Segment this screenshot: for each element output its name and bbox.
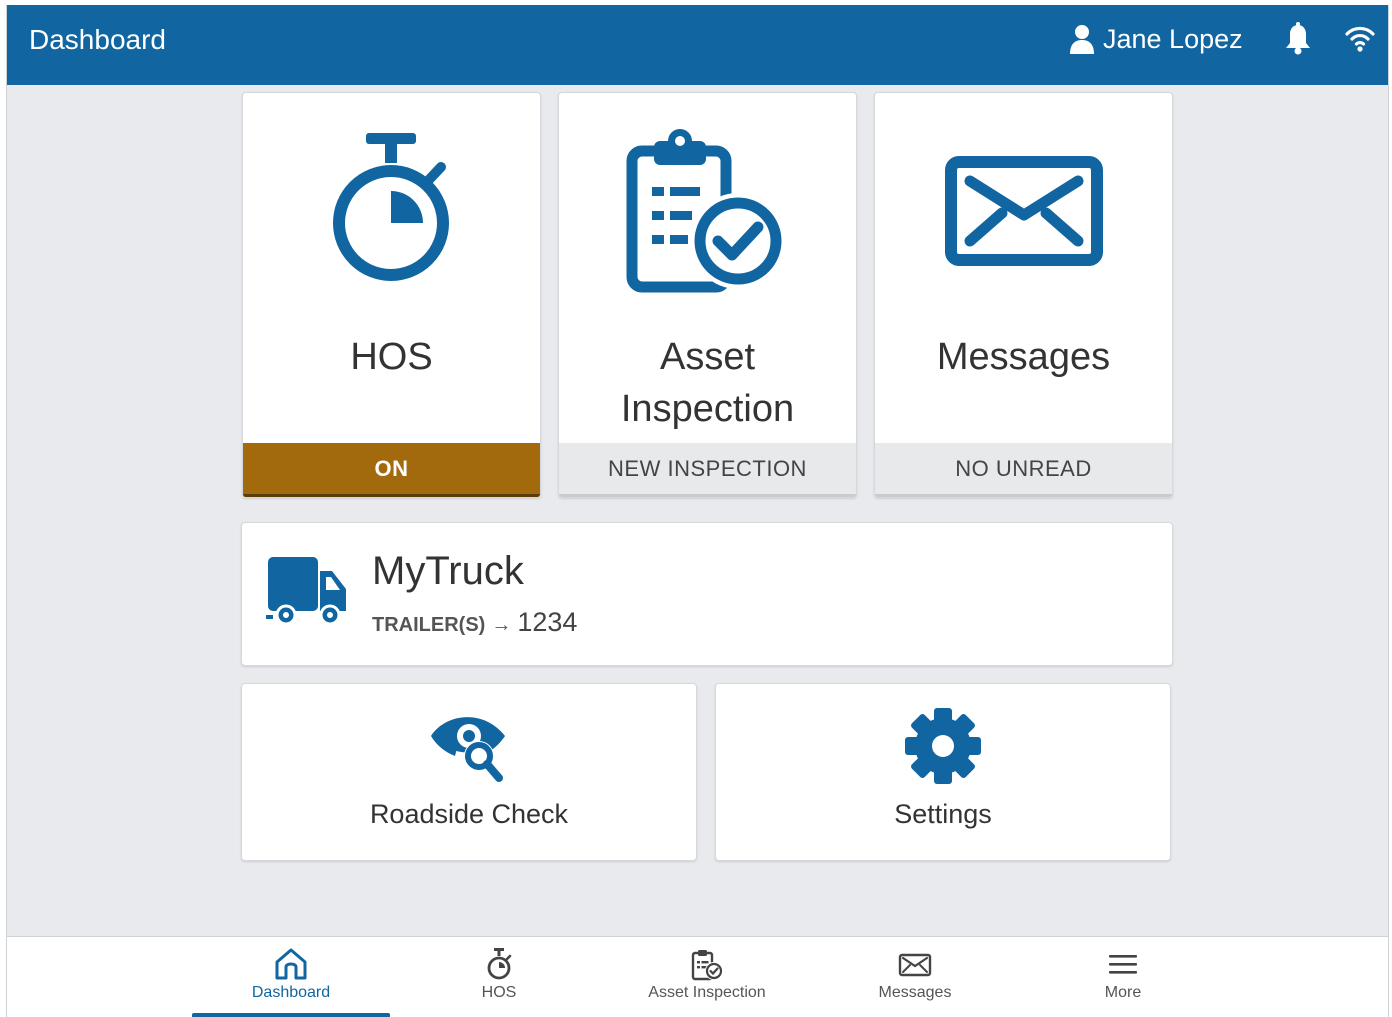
settings-tile[interactable]: Settings [715, 683, 1171, 861]
trailer-info: TRAILER(S) → 1234 [372, 607, 577, 638]
trailer-number: 1234 [517, 607, 578, 637]
user-menu[interactable]: Jane Lopez [1069, 21, 1243, 57]
asset-inspection-status: NEW INSPECTION [559, 443, 856, 497]
user-icon [1070, 25, 1094, 54]
top-bar: Dashboard Jane Lopez [7, 5, 1388, 85]
clipboard-check-icon [626, 129, 786, 293]
clipboard-check-icon [691, 950, 723, 981]
home-icon [275, 948, 307, 980]
bottom-nav: Dashboard HOS Asset Inspection Messages … [7, 936, 1388, 1017]
messages-tile[interactable]: Messages NO UNREAD [874, 92, 1173, 498]
nav-messages[interactable]: Messages [816, 937, 1014, 1017]
settings-label: Settings [894, 799, 992, 829]
hos-tile[interactable]: HOS ON [242, 92, 541, 498]
stopwatch-icon [332, 133, 449, 281]
menu-icon [1109, 955, 1137, 974]
hos-tile-label: HOS [350, 336, 433, 378]
roadside-check-tile[interactable]: Roadside Check [241, 683, 697, 861]
stopwatch-icon [487, 948, 512, 980]
app-frame: Dashboard Jane Lopez HOS ON Asset Inspec… [6, 5, 1389, 1017]
wifi-icon [1345, 26, 1375, 52]
nav-messages-label: Messages [878, 984, 952, 1001]
gear-icon [905, 708, 981, 784]
envelope-icon [898, 953, 932, 977]
nav-asset-inspection-label: Asset Inspection [648, 984, 766, 1001]
nav-hos[interactable]: HOS [400, 937, 598, 1017]
nav-dashboard[interactable]: Dashboard [192, 937, 390, 1017]
asset-inspection-tile-label: Asset Inspection [620, 336, 795, 430]
vehicle-card[interactable]: MyTruck TRAILER(S) → 1234 [241, 522, 1173, 666]
truck-icon [266, 557, 346, 626]
nav-asset-inspection[interactable]: Asset Inspection [608, 937, 806, 1017]
nav-more[interactable]: More [1024, 937, 1222, 1017]
messages-tile-label: Messages [936, 336, 1111, 378]
vehicle-name: MyTruck [372, 549, 524, 593]
arrow-icon: → [491, 614, 512, 636]
envelope-icon [944, 156, 1103, 266]
hos-status-badge: ON [243, 443, 540, 497]
nav-dashboard-label: Dashboard [251, 984, 331, 1001]
roadside-check-label: Roadside Check [369, 799, 569, 829]
page-title: Dashboard [29, 24, 166, 55]
asset-inspection-tile[interactable]: Asset Inspection NEW INSPECTION [558, 92, 857, 498]
user-name: Jane Lopez [1103, 23, 1243, 54]
nav-hos-label: HOS [481, 984, 517, 1001]
active-tab-indicator [192, 1013, 390, 1017]
trailer-label: TRAILER(S) [372, 614, 486, 636]
nav-more-label: More [1104, 984, 1142, 1001]
eye-search-icon [431, 717, 505, 782]
bell-icon[interactable] [1284, 22, 1312, 56]
messages-status: NO UNREAD [875, 443, 1172, 497]
